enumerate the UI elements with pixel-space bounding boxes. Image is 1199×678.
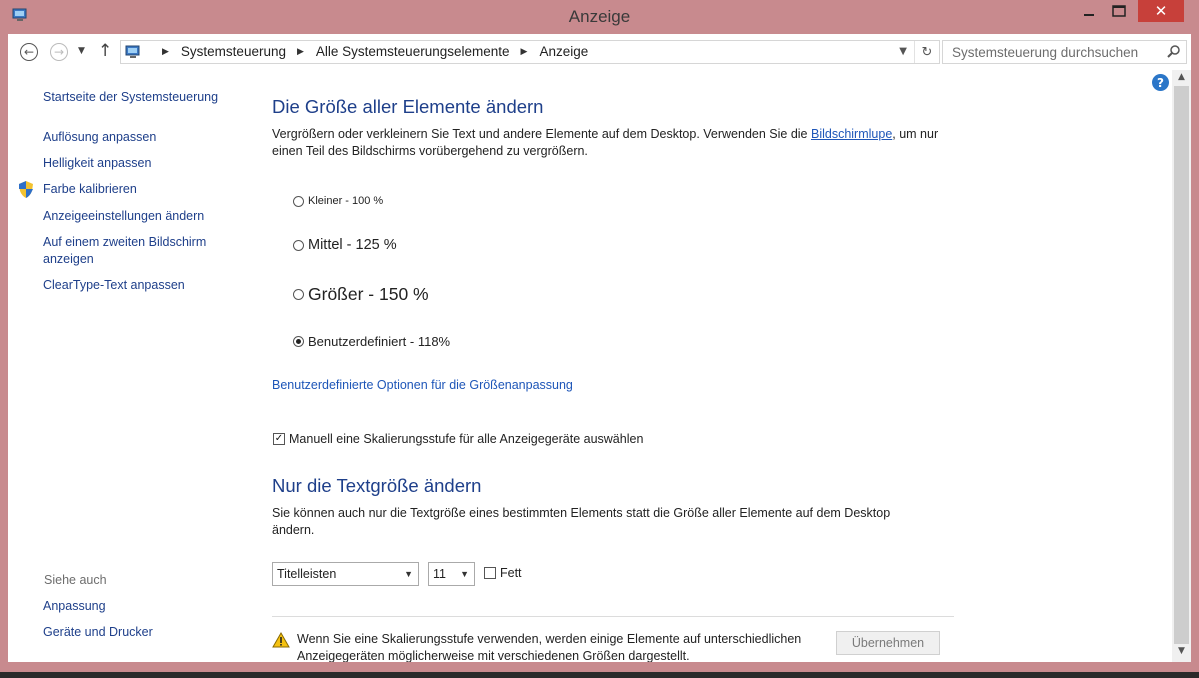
magnifier-link[interactable]: Bildschirmlupe [811,127,892,141]
bold-option[interactable]: Fett [484,566,522,580]
sidebar: Startseite der Systemsteuerung Auflösung… [8,70,248,662]
custom-sizing-options-link[interactable]: Benutzerdefinierte Optionen für die Größ… [272,378,573,392]
breadcrumb-item[interactable]: Anzeige [539,44,588,59]
element-select-value: Titelleisten [277,567,337,581]
search-icon[interactable] [1166,44,1181,59]
size-description: Vergrößern oder verkleinern Sie Text und… [272,126,962,160]
sidebar-link-resolution[interactable]: Auflösung anpassen [43,129,233,146]
option-medium[interactable]: Mittel - 125 % [293,237,397,253]
manual-scaling-label: Manuell eine Skalierungsstufe für alle A… [289,432,644,446]
sidebar-link-brightness[interactable]: Helligkeit anpassen [43,155,233,172]
font-size-select-value: 11 [433,567,446,581]
manual-scaling-option[interactable]: ✓ Manuell eine Skalierungsstufe für alle… [273,432,643,446]
address-dropdown[interactable]: ▼ [899,46,907,57]
window: Anzeige ✕ ← → ▼ ↑ ▶ Systemsteuerung ▶ Al… [0,0,1199,672]
option-label: Kleiner - 100 % [308,195,384,207]
refresh-button[interactable]: ↻ [914,41,939,63]
bold-checkbox[interactable] [484,567,496,579]
checkmark-icon: ✓ [274,433,284,444]
maximize-button[interactable] [1106,0,1132,22]
breadcrumb-item[interactable]: Alle Systemsteuerungselemente [316,44,510,59]
sidebar-link-cleartype[interactable]: ClearType-Text anpassen [43,277,233,294]
window-title: Anzeige [568,7,631,26]
navigation-bar: ← → ▼ ↑ ▶ Systemsteuerung ▶ Alle Systems… [8,34,1191,70]
breadcrumb-item[interactable]: Systemsteuerung [181,44,286,59]
sidebar-link-display-settings[interactable]: Anzeigeeinstellungen ändern [43,208,233,225]
element-select[interactable]: Titelleisten ▼ [272,562,419,586]
bold-label: Fett [500,566,522,580]
forward-arrow-icon: → [53,45,65,59]
content-area: Startseite der Systemsteuerung Auflösung… [8,70,1191,662]
sidebar-link-personalization[interactable]: Anpassung [43,598,233,615]
search-input[interactable]: Systemsteuerung durchsuchen [942,40,1187,64]
text-size-heading: Nur die Textgröße ändern [272,475,482,496]
font-size-select[interactable]: 11 ▼ [428,562,475,586]
sidebar-link-devices-printers[interactable]: Geräte und Drucker [43,624,233,641]
radio-button[interactable] [293,195,304,207]
warning-icon [272,632,290,648]
option-label: Mittel - 125 % [308,237,397,253]
back-button[interactable]: ← [20,43,38,61]
size-description-text: Vergrößern oder verkleinern Sie Text und… [272,127,811,141]
minimize-button[interactable] [1076,0,1102,22]
address-bar[interactable]: ▶ Systemsteuerung ▶ Alle Systemsteuerung… [120,40,940,64]
close-button[interactable]: ✕ [1138,0,1184,22]
option-label: Benutzerdefiniert - 118% [308,334,451,349]
size-heading: Die Größe aller Elemente ändern [272,96,544,117]
maximize-icon [1112,5,1126,17]
minimize-icon [1084,14,1094,16]
apply-button[interactable]: Übernehmen [836,631,940,655]
recent-locations-dropdown[interactable]: ▼ [78,46,85,56]
breadcrumb-separator-icon[interactable]: ▶ [162,46,169,57]
sidebar-link-home[interactable]: Startseite der Systemsteuerung [43,89,233,106]
uac-shield-icon [19,181,33,198]
text-size-description: Sie können auch nur die Textgröße eines … [272,506,891,537]
up-arrow-icon: ↑ [98,41,113,61]
help-icon[interactable]: ? [1152,74,1169,91]
breadcrumb-separator-icon[interactable]: ▶ [521,46,528,57]
up-button[interactable]: ↑ [98,41,112,61]
option-larger[interactable]: Größer - 150 % [293,284,429,305]
control-panel-icon [125,45,140,58]
option-label: Größer - 150 % [308,284,429,304]
divider [272,616,954,617]
chevron-down-icon: ▼ [404,569,413,579]
scroll-down-arrow-icon[interactable]: ▼ [1172,646,1191,660]
sidebar-link-second-screen[interactable]: Auf einem zweiten Bildschirm anzeigen [43,234,223,268]
back-arrow-icon: ← [23,45,35,59]
warning-text: Wenn Sie eine Skalierungsstufe verwenden… [297,632,802,662]
main-panel: Die Größe aller Elemente ändern Vergröße… [272,70,972,662]
see-also-heading: Siehe auch [44,573,107,587]
chevron-down-icon: ▼ [78,46,85,56]
option-custom[interactable]: Benutzerdefiniert - 118% [293,334,450,349]
forward-button[interactable]: → [50,43,68,61]
refresh-icon: ↻ [921,44,933,60]
option-smaller[interactable]: Kleiner - 100 % [293,195,383,207]
radio-button-selected[interactable] [293,336,304,347]
manual-scaling-checkbox[interactable]: ✓ [273,433,285,445]
scroll-up-arrow-icon[interactable]: ▲ [1172,72,1191,86]
close-icon: ✕ [1154,2,1168,20]
vertical-scrollbar[interactable]: ▲ ▼ [1172,70,1191,662]
radio-button[interactable] [293,289,304,300]
chevron-down-icon: ▼ [460,569,469,579]
breadcrumb: ▶ Systemsteuerung ▶ Alle Systemsteuerung… [151,44,588,59]
title-bar[interactable]: Anzeige ✕ [0,0,1199,34]
search-placeholder: Systemsteuerung durchsuchen [952,45,1139,60]
chevron-down-icon: ▼ [899,46,907,57]
sidebar-link-calibrate[interactable]: Farbe kalibrieren [43,181,233,198]
scrollbar-thumb[interactable] [1174,86,1189,644]
radio-button[interactable] [293,239,304,251]
breadcrumb-separator-icon[interactable]: ▶ [297,46,304,57]
